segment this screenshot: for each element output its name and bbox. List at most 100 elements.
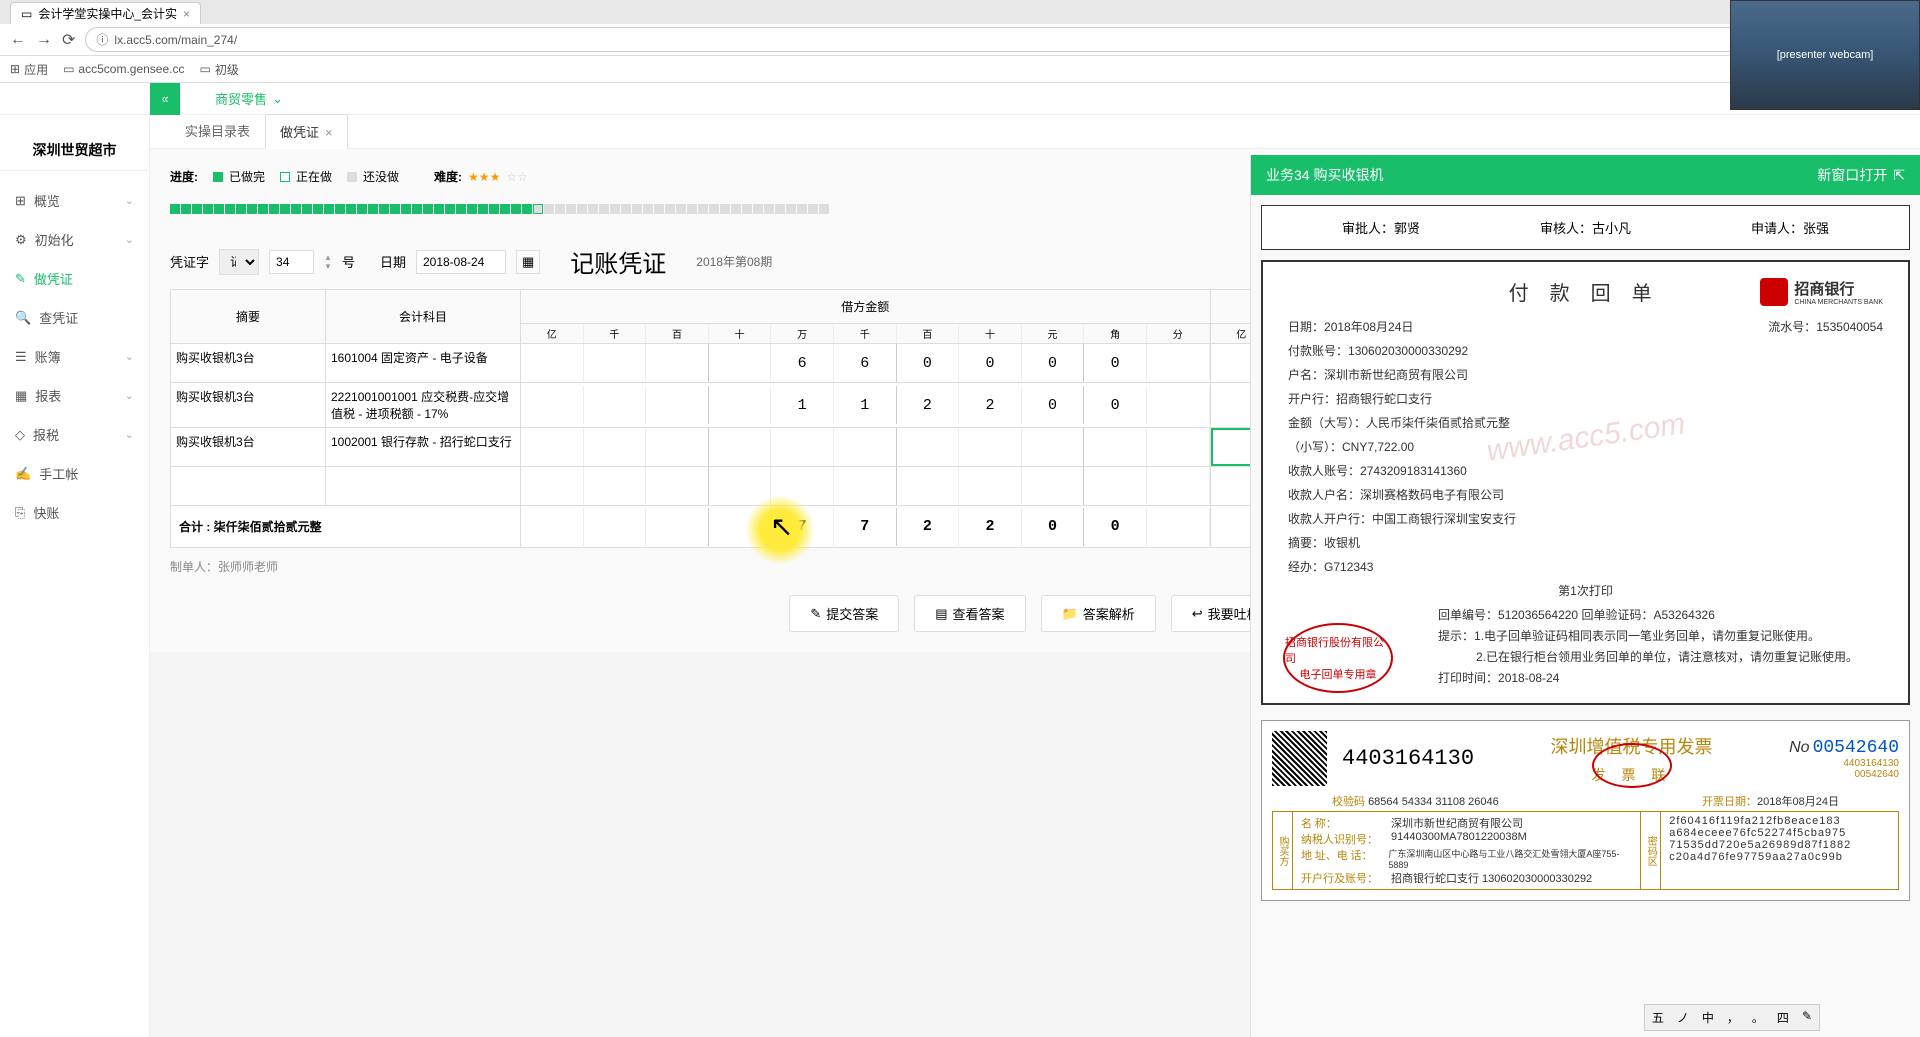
progress-block[interactable] <box>544 204 554 214</box>
amount-cell[interactable] <box>584 344 647 382</box>
amount-cell[interactable] <box>1147 428 1210 466</box>
amount-cell[interactable] <box>709 467 772 505</box>
sidebar-item-8[interactable]: ⎘快账 <box>0 493 149 532</box>
amount-grid[interactable]: 112200 <box>521 386 1210 424</box>
amount-cell[interactable] <box>584 386 647 424</box>
progress-block[interactable] <box>500 204 510 214</box>
amount-cell[interactable]: 0 <box>897 344 960 382</box>
progress-block[interactable] <box>654 204 664 214</box>
progress-block[interactable] <box>170 204 180 214</box>
sidebar-item-5[interactable]: ▦报表⌄ <box>0 376 149 415</box>
progress-block[interactable] <box>401 204 411 214</box>
amount-cell[interactable] <box>709 386 772 424</box>
progress-block[interactable] <box>467 204 477 214</box>
amount-grid[interactable] <box>521 467 1210 505</box>
amount-cell[interactable] <box>1084 467 1147 505</box>
sidebar-item-7[interactable]: ✍手工帐 <box>0 454 149 493</box>
progress-block[interactable] <box>797 204 807 214</box>
sidebar-item-3[interactable]: 🔍查凭证 <box>0 298 149 337</box>
amount-cell[interactable] <box>1147 344 1210 382</box>
progress-block[interactable] <box>258 204 268 214</box>
progress-block[interactable] <box>533 204 543 214</box>
submit-button[interactable]: ✎ 提交答案 <box>789 595 899 632</box>
progress-block[interactable] <box>786 204 796 214</box>
ime-toolbar[interactable]: 五ノ中，。四✎ <box>1644 1004 1820 1031</box>
progress-block[interactable] <box>214 204 224 214</box>
amount-grid[interactable]: 660000 <box>521 344 1210 382</box>
progress-block[interactable] <box>280 204 290 214</box>
progress-block[interactable] <box>181 204 191 214</box>
progress-block[interactable] <box>456 204 466 214</box>
amount-cell[interactable] <box>1147 467 1210 505</box>
forward-button[interactable]: → <box>36 31 52 49</box>
browser-tab[interactable]: ▭ 会计学堂实操中心_会计实 × <box>10 2 201 24</box>
progress-block[interactable] <box>445 204 455 214</box>
calendar-icon[interactable]: ▦ <box>516 250 540 274</box>
amount-cell[interactable]: 0 <box>1022 386 1085 424</box>
amount-grid[interactable] <box>521 428 1210 466</box>
amount-cell[interactable] <box>834 428 897 466</box>
amount-cell[interactable]: 1 <box>771 386 834 424</box>
sidebar-item-4[interactable]: ☰账簿⌄ <box>0 337 149 376</box>
amount-cell[interactable]: 0 <box>959 344 1022 382</box>
amount-cell[interactable]: 2 <box>897 386 960 424</box>
bookmark-1[interactable]: ▭ acc5com.gensee.cc <box>63 62 184 76</box>
amount-cell[interactable] <box>1147 386 1210 424</box>
amount-cell[interactable] <box>646 386 709 424</box>
progress-block[interactable] <box>203 204 213 214</box>
sidebar-item-2[interactable]: ✎做凭证 <box>0 259 149 298</box>
new-window-button[interactable]: 新窗口打开 ⇱ <box>1817 165 1905 185</box>
cert-type-select[interactable]: 记 <box>219 249 259 275</box>
progress-block[interactable] <box>379 204 389 214</box>
progress-block[interactable] <box>698 204 708 214</box>
progress-block[interactable] <box>709 204 719 214</box>
apps-button[interactable]: ⊞ 应用 <box>10 61 48 78</box>
amount-cell[interactable] <box>959 428 1022 466</box>
progress-block[interactable] <box>742 204 752 214</box>
progress-block[interactable] <box>764 204 774 214</box>
progress-block[interactable] <box>225 204 235 214</box>
progress-block[interactable] <box>588 204 598 214</box>
progress-block[interactable] <box>423 204 433 214</box>
progress-block[interactable] <box>522 204 532 214</box>
amount-cell[interactable] <box>771 428 834 466</box>
amount-cell[interactable]: 0 <box>1084 386 1147 424</box>
progress-block[interactable] <box>236 204 246 214</box>
close-icon[interactable]: × <box>183 7 190 21</box>
progress-block[interactable] <box>357 204 367 214</box>
progress-block[interactable] <box>434 204 444 214</box>
subject-cell[interactable]: 2221001001001 应交税费-应交增值税 - 进项税额 - 17% <box>326 383 521 428</box>
subject-cell[interactable] <box>326 467 521 506</box>
subject-cell[interactable]: 1601004 固定资产 - 电子设备 <box>326 344 521 383</box>
amount-cell[interactable]: 6 <box>771 344 834 382</box>
amount-cell[interactable] <box>521 428 584 466</box>
amount-cell[interactable] <box>709 428 772 466</box>
progress-block[interactable] <box>335 204 345 214</box>
progress-block[interactable] <box>610 204 620 214</box>
progress-block[interactable] <box>346 204 356 214</box>
progress-block[interactable] <box>269 204 279 214</box>
spinner-up[interactable]: ▲ <box>324 253 332 262</box>
amount-cell[interactable]: 2 <box>959 386 1022 424</box>
progress-block[interactable] <box>808 204 818 214</box>
bookmark-2[interactable]: ▭ 初级 <box>199 61 238 78</box>
amount-cell[interactable] <box>959 467 1022 505</box>
close-icon[interactable]: × <box>325 125 333 140</box>
amount-cell[interactable]: 6 <box>834 344 897 382</box>
progress-block[interactable] <box>599 204 609 214</box>
view-answer-button[interactable]: ▤ 查看答案 <box>914 595 1025 632</box>
progress-block[interactable] <box>412 204 422 214</box>
summary-cell[interactable]: 购买收银机3台 <box>171 383 326 428</box>
progress-block[interactable] <box>192 204 202 214</box>
amount-cell[interactable] <box>584 467 647 505</box>
amount-cell[interactable] <box>897 467 960 505</box>
progress-block[interactable] <box>819 204 829 214</box>
summary-cell[interactable]: 购买收银机3台 <box>171 428 326 467</box>
amount-cell[interactable] <box>521 344 584 382</box>
rp-body[interactable]: 审批人：郭贤 审核人：古小凡 申请人：张强 付 款 回 单 招商银行 CHINA… <box>1251 195 1920 1037</box>
amount-cell[interactable] <box>897 428 960 466</box>
cert-no-input[interactable] <box>269 250 314 274</box>
progress-block[interactable] <box>775 204 785 214</box>
progress-block[interactable] <box>687 204 697 214</box>
url-bar[interactable]: ⓘ lx.acc5.com/main_274/ <box>85 27 1910 52</box>
